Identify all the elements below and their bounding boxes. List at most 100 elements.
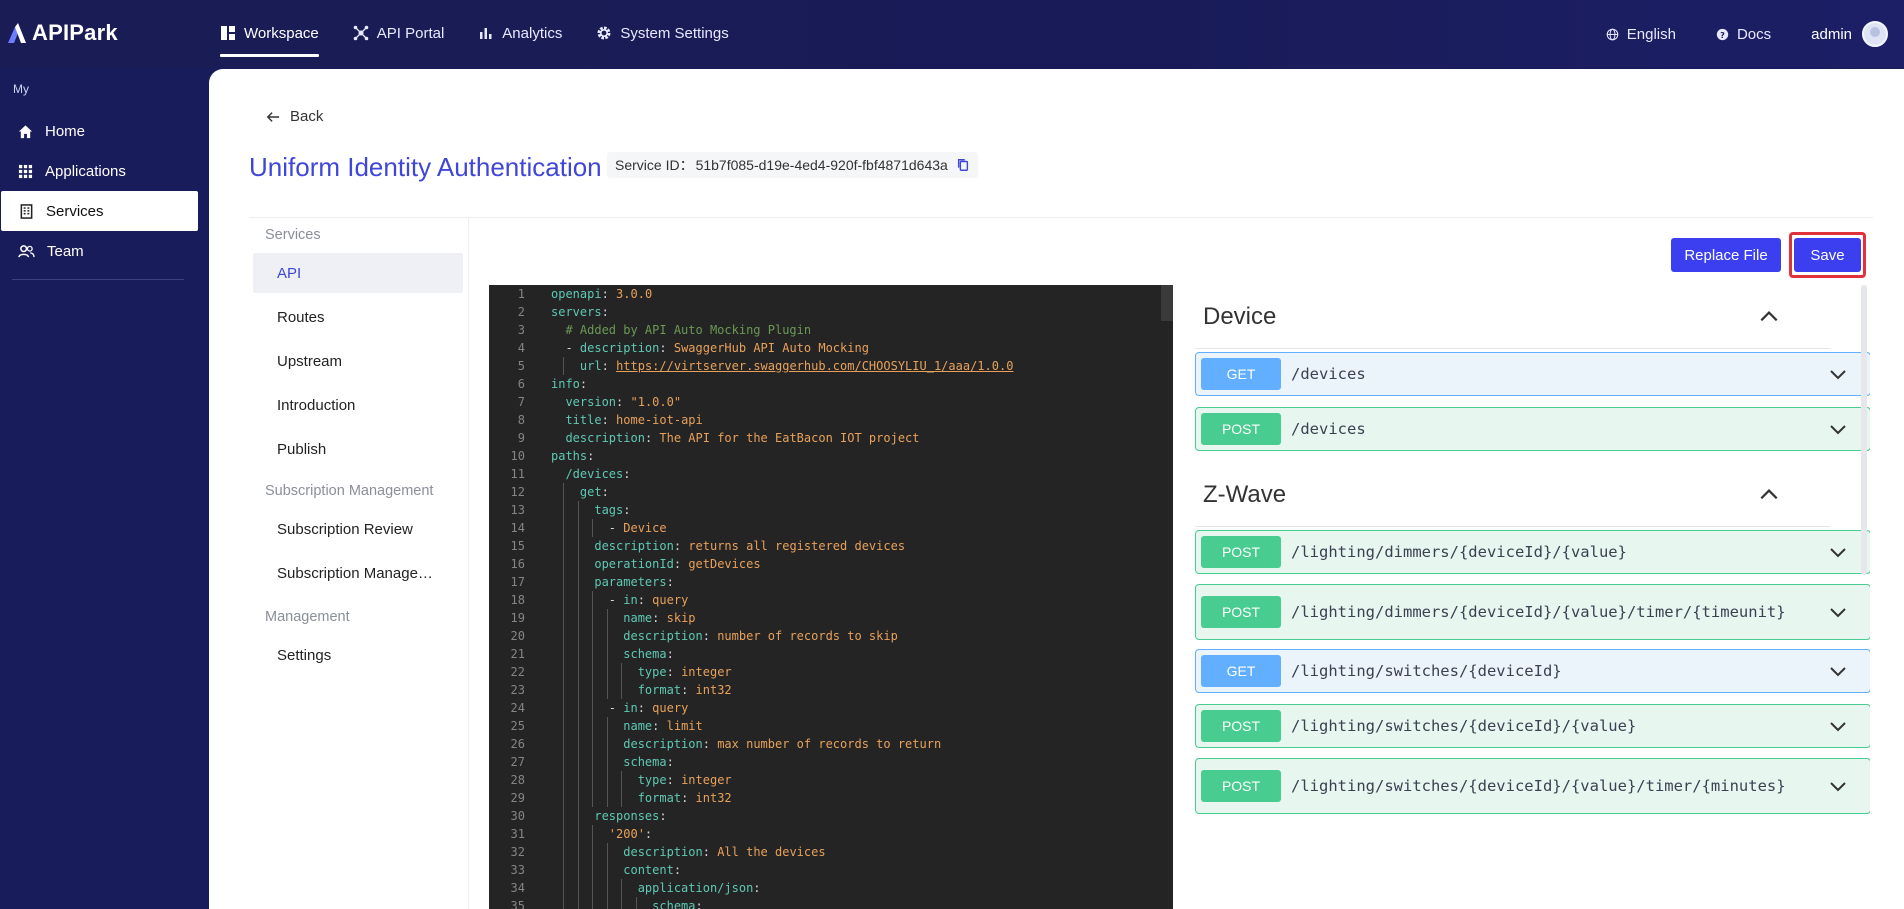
submenu-item-label: API [277, 264, 302, 282]
indent-guide [621, 771, 623, 789]
gear-icon [597, 26, 611, 40]
api-operation-row[interactable]: POST/devices [1195, 407, 1870, 451]
submenu-item-settings[interactable]: Settings [253, 635, 463, 675]
indent-guide [577, 717, 579, 735]
user-menu[interactable]: admin [1811, 21, 1888, 47]
indent-guide [577, 645, 579, 663]
sidebar-item-team[interactable]: Team [0, 231, 197, 271]
indent-guide [577, 555, 579, 573]
indent-guide [606, 663, 608, 681]
submenu-item-label: Subscription Review [277, 520, 413, 538]
indent-guide [606, 789, 608, 807]
indent-guide [563, 843, 565, 861]
indent-guide [592, 735, 594, 753]
submenu-item-subscription-review[interactable]: Subscription Review [253, 509, 463, 549]
indent-guide [563, 609, 565, 627]
http-method-badge: POST [1201, 770, 1281, 802]
api-group-header[interactable]: Device [1195, 285, 1830, 349]
api-group-header[interactable]: Z-Wave [1195, 463, 1830, 527]
indent-guide [577, 789, 579, 807]
copy-icon[interactable] [956, 158, 970, 172]
api-path: /lighting/switches/{deviceId}/{value} [1291, 717, 1637, 735]
portal-icon [353, 25, 369, 41]
nav-analytics[interactable]: Analytics [478, 0, 562, 66]
api-operation-row[interactable]: POST/lighting/switches/{deviceId}/{value… [1195, 758, 1870, 814]
apipark-logo-icon [8, 23, 26, 43]
api-operation-row[interactable]: GET/lighting/switches/{deviceId} [1195, 649, 1870, 693]
api-group-name: Device [1203, 302, 1277, 330]
api-path: /lighting/switches/{deviceId}/{value}/ti… [1291, 777, 1786, 795]
nav-workspace[interactable]: Workspace [220, 0, 319, 66]
sidebar-item-applications[interactable]: Applications [0, 151, 197, 191]
sidebar-item-services[interactable]: Services [1, 191, 198, 231]
indent-guide [592, 717, 594, 735]
indent-guide [563, 825, 565, 843]
service-submenu: Services API Routes Upstream Introductio… [249, 218, 469, 909]
editor-scrollbar[interactable] [1161, 285, 1173, 321]
sidebar-item-home[interactable]: Home [0, 111, 197, 151]
api-operation-row[interactable]: POST/lighting/dimmers/{deviceId}/{value}… [1195, 584, 1870, 640]
indent-guide [577, 753, 579, 771]
indent-guide [577, 807, 579, 825]
replace-file-button[interactable]: Replace File [1671, 238, 1781, 272]
indent-guide [577, 735, 579, 753]
header-divider [249, 217, 1873, 218]
indent-guide [606, 879, 608, 897]
http-method-badge: POST [1201, 596, 1281, 628]
submenu-item-publish[interactable]: Publish [253, 429, 463, 469]
panel-scrollbar[interactable] [1861, 285, 1867, 575]
indent-guide [563, 753, 565, 771]
top-navigation-bar: APIPark Workspace API Portal Analytics S… [0, 0, 1904, 68]
http-method-badge: GET [1201, 358, 1281, 390]
building-icon [20, 203, 33, 219]
submenu-item-subscription-management[interactable]: Subscription Management [253, 553, 463, 593]
submenu-item-routes[interactable]: Routes [253, 297, 463, 337]
yaml-code-editor[interactable]: 1 openapi: 3.0.0 2 servers: 3 # Added by API… [489, 285, 1173, 909]
nav-system-settings-label: System Settings [620, 24, 729, 42]
submenu-group-services: Services [265, 227, 321, 243]
nav-system-settings[interactable]: System Settings [596, 0, 729, 66]
chevron-up-icon[interactable] [1758, 306, 1780, 328]
submenu-item-upstream[interactable]: Upstream [253, 341, 463, 381]
indent-guide [635, 897, 637, 909]
submenu-item-api[interactable]: API [253, 253, 463, 293]
api-operation-row[interactable]: POST/lighting/dimmers/{deviceId}/{value} [1195, 530, 1870, 574]
language-label: English [1626, 25, 1676, 43]
app-logo[interactable]: APIPark [6, 20, 118, 46]
submenu-item-label: Settings [277, 646, 332, 664]
indent-guide [577, 699, 579, 717]
http-method-badge: POST [1201, 413, 1281, 445]
indent-guide [563, 789, 565, 807]
nav-analytics-label: Analytics [502, 24, 563, 42]
api-operation-row[interactable]: POST/lighting/switches/{deviceId}/{value… [1195, 704, 1870, 748]
api-operation-row[interactable]: GET/devices [1195, 352, 1870, 396]
indent-guide [592, 879, 594, 897]
submenu-group-subscription: Subscription Management [265, 483, 434, 499]
indent-guide [563, 699, 565, 717]
indent-guide [592, 681, 594, 699]
main-nav: Workspace API Portal Analytics System Se… [220, 0, 763, 68]
back-button[interactable]: Back [266, 108, 323, 125]
chevron-up-icon[interactable] [1758, 484, 1780, 506]
indent-guide [577, 519, 579, 537]
language-switcher[interactable]: English [1606, 26, 1676, 43]
user-name: admin [1811, 25, 1852, 43]
sidebar-item-label: Applications [45, 162, 126, 180]
indent-guide [606, 771, 608, 789]
indent-guide [592, 843, 594, 861]
indent-guide [577, 681, 579, 699]
indent-guide [563, 861, 565, 879]
indent-guide [577, 663, 579, 681]
submenu-item-introduction[interactable]: Introduction [253, 385, 463, 425]
indent-guide [577, 771, 579, 789]
save-button[interactable]: Save [1794, 238, 1861, 272]
api-operations-panel: Device GET/devices POST/devices Z-Wave POST /… [1185, 285, 1870, 909]
submenu-item-label: Publish [277, 440, 327, 458]
indent-guide [621, 897, 623, 909]
chevron-down-icon [1830, 370, 1846, 380]
docs-link[interactable]: ? Docs [1716, 26, 1771, 43]
submenu-item-label: Upstream [277, 352, 343, 370]
indent-guide [563, 501, 565, 519]
nav-api-portal[interactable]: API Portal [353, 0, 444, 66]
dashboard-icon [221, 26, 235, 40]
